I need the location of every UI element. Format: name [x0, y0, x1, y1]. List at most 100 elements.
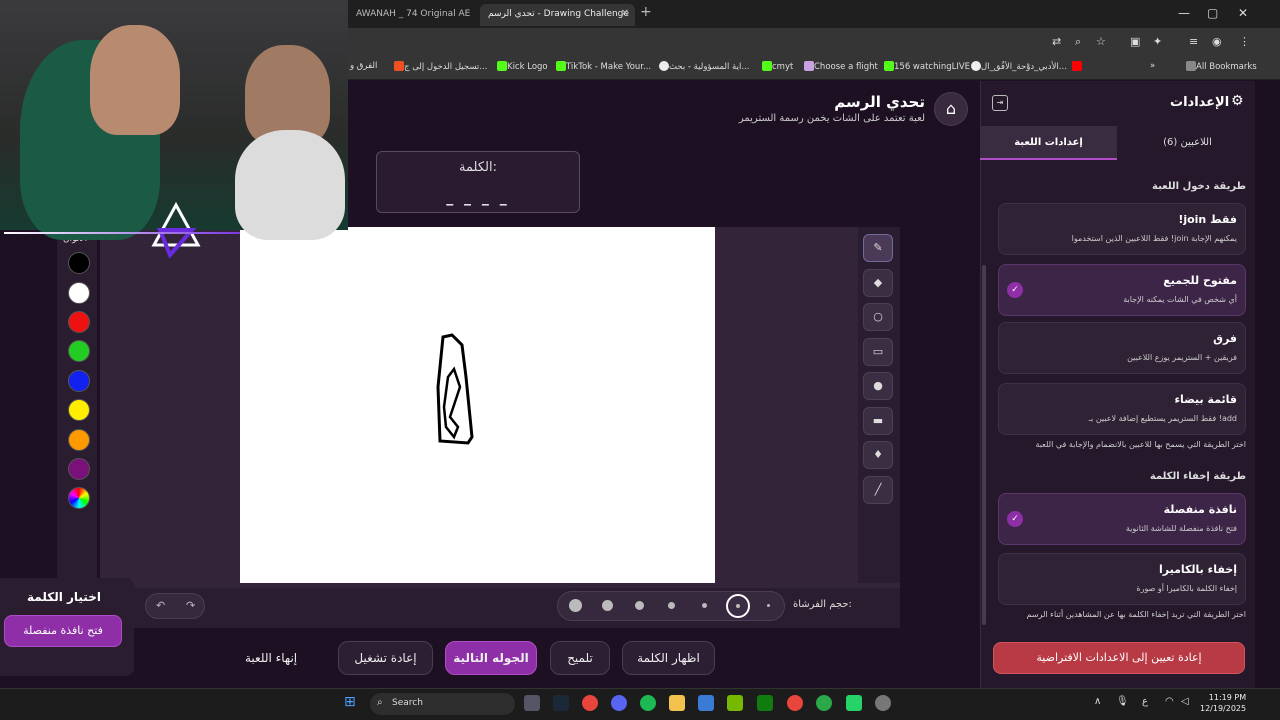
- circle-fill-tool[interactable]: ●: [863, 372, 893, 400]
- home-button[interactable]: ⌂: [934, 92, 968, 126]
- close-window-icon[interactable]: ✕: [1238, 6, 1248, 20]
- steam-icon[interactable]: [553, 695, 569, 711]
- show-word-button[interactable]: اظهار الكلمة: [622, 641, 715, 675]
- tray-chevron-icon[interactable]: ∧: [1094, 696, 1101, 707]
- drawing-canvas[interactable]: [240, 227, 715, 583]
- minimize-icon[interactable]: —: [1178, 6, 1190, 20]
- join-option-join-only[interactable]: !join فقط فقط اللاعبين الذين استخدموا !j…: [998, 203, 1246, 255]
- translate-icon[interactable]: ⇄: [1052, 35, 1061, 48]
- brush-size-option[interactable]: [569, 599, 582, 612]
- microphone-icon[interactable]: 🎙: [1116, 696, 1129, 707]
- next-round-button[interactable]: الجوله التالية: [445, 641, 537, 675]
- brush-size-option[interactable]: [635, 601, 644, 610]
- discord-icon[interactable]: [611, 695, 627, 711]
- rectangle-fill-tool[interactable]: ▬: [863, 407, 893, 435]
- undo-icon[interactable]: ↶: [156, 599, 165, 612]
- folder-icon: [1186, 61, 1196, 71]
- pencil-tool[interactable]: ✎: [863, 234, 893, 262]
- end-game-button[interactable]: إنهاء اللعبة: [245, 651, 297, 665]
- color-swatch[interactable]: [68, 282, 90, 304]
- kick-icon: [884, 61, 894, 71]
- upwork-icon[interactable]: [816, 695, 832, 711]
- extensions-icon[interactable]: ✦: [1153, 35, 1162, 48]
- tab-players[interactable]: اللاعبين (6): [1119, 126, 1256, 160]
- xbox-icon[interactable]: [757, 695, 773, 711]
- color-swatch[interactable]: [68, 429, 90, 451]
- profile-icon[interactable]: ◉: [1212, 35, 1222, 48]
- volume-icon[interactable]: ◁: [1181, 696, 1189, 707]
- language-indicator[interactable]: ع: [1142, 696, 1148, 707]
- reading-list-icon[interactable]: ≡: [1189, 35, 1198, 48]
- bookmark-item[interactable]: TikTok - Make Your...: [552, 61, 651, 72]
- file-explorer-icon[interactable]: [669, 695, 685, 711]
- taskbar-search[interactable]: ⌕ Search: [370, 693, 515, 715]
- color-picker-icon[interactable]: [68, 487, 90, 509]
- open-separate-window-button[interactable]: فتح نافذة منفصلة: [4, 615, 122, 647]
- line-tool[interactable]: ╱: [863, 476, 893, 504]
- word-label: الكلمة:: [459, 160, 497, 175]
- collapse-sidebar-icon[interactable]: ⇥: [992, 95, 1008, 111]
- brush-size-option[interactable]: [702, 603, 707, 608]
- chrome-active-icon[interactable]: [787, 695, 803, 711]
- camera-app-icon[interactable]: [524, 695, 540, 711]
- redo-icon[interactable]: ↷: [186, 599, 195, 612]
- tab-game-settings[interactable]: إعدادات اللعبة: [980, 126, 1117, 160]
- whatsapp-icon[interactable]: [846, 695, 862, 711]
- join-option-whitelist[interactable]: قائمة بيضاء فقط الستريمر يستطيع إضافة لا…: [998, 383, 1246, 435]
- sidebar-scrollbar[interactable]: [982, 265, 986, 625]
- rectangle-outline-tool[interactable]: ▭: [863, 338, 893, 366]
- star-icon[interactable]: ☆: [1096, 35, 1106, 48]
- circle-outline-tool[interactable]: ○: [863, 303, 893, 331]
- hint-button[interactable]: تلميح: [550, 641, 610, 675]
- bookmark-item[interactable]: الأدبي_دوْحة_الأفُق_ال...: [967, 61, 1067, 72]
- bookmark-item[interactable]: الفرق و: [350, 61, 377, 71]
- menu-icon[interactable]: ⋮: [1239, 35, 1250, 48]
- color-swatch[interactable]: [68, 340, 90, 362]
- brush-size-option[interactable]: [668, 602, 675, 609]
- bookmark-item[interactable]: 156 watchingLIVE: [880, 61, 970, 72]
- home-icon: ⌂: [945, 99, 957, 118]
- globe-icon: [971, 61, 981, 71]
- brush-size-option[interactable]: [602, 600, 613, 611]
- restart-button[interactable]: إعادة تشغيل: [338, 641, 433, 675]
- kick-icon: [497, 61, 507, 71]
- bookmark-item[interactable]: تسجيل الدخول إلى ج...: [390, 61, 487, 72]
- color-swatch[interactable]: [68, 399, 90, 421]
- new-tab-icon[interactable]: +: [640, 4, 652, 20]
- bookmark-item[interactable]: اية المسؤولية - بحث...: [655, 61, 749, 72]
- nvidia-icon[interactable]: [727, 695, 743, 711]
- youtube-icon[interactable]: [1068, 61, 1082, 72]
- chrome-icon[interactable]: [582, 695, 598, 711]
- color-swatch[interactable]: [68, 458, 90, 480]
- brush-size-option[interactable]: [767, 604, 770, 607]
- color-swatch[interactable]: [68, 252, 90, 274]
- media-icon[interactable]: ▣: [1130, 35, 1140, 48]
- bookmark-item[interactable]: Kick Logo: [493, 61, 548, 72]
- join-option-teams[interactable]: فرق فريقين + الستريمر يوزع اللاعبين: [998, 322, 1246, 374]
- reset-defaults-button[interactable]: إعادة تعيين إلى الاعدادات الافتراضية: [993, 642, 1245, 674]
- hide-option-separate-window[interactable]: ✓ نافذة منفصلة فتح نافذة منفصلة للشاشة ا…: [998, 493, 1246, 545]
- color-swatch[interactable]: [68, 370, 90, 392]
- maximize-icon[interactable]: ▢: [1207, 6, 1218, 20]
- more-bookmarks-icon[interactable]: »: [1150, 61, 1155, 71]
- settings-app-icon[interactable]: [875, 695, 891, 711]
- windows-start-icon[interactable]: ⊞: [344, 694, 356, 710]
- store-icon[interactable]: [698, 695, 714, 711]
- close-tab-icon[interactable]: ✕: [621, 8, 629, 19]
- wifi-icon[interactable]: ◠: [1165, 696, 1174, 707]
- bookmark-item[interactable]: Choose a flight: [800, 61, 878, 72]
- brush-size-selected[interactable]: [726, 594, 750, 618]
- color-swatch[interactable]: [68, 311, 90, 333]
- bookmark-item[interactable]: cmyt: [758, 61, 793, 72]
- spotify-icon[interactable]: [640, 695, 656, 711]
- eraser-tool[interactable]: ◆: [863, 269, 893, 297]
- browser-tab[interactable]: AWANAH _ 74 Original AE اوناه: [348, 4, 473, 26]
- all-bookmarks[interactable]: All Bookmarks: [1182, 61, 1257, 72]
- logo-icon: [151, 201, 201, 259]
- hide-option-camera[interactable]: إخفاء بالكاميرا إخفاء الكلمة بالكاميرا أ…: [998, 553, 1246, 605]
- taskbar-clock[interactable]: 11:19 PM 12/19/2025: [1200, 692, 1246, 714]
- zoom-icon[interactable]: ⌕: [1075, 35, 1081, 49]
- join-option-open[interactable]: ✓ مفتوح للجميع أي شخص في الشات يمكنه الإ…: [998, 264, 1246, 316]
- browser-tab-active[interactable]: تحدي الرسم - Drawing Challenge ✕: [480, 4, 635, 26]
- fill-bucket-tool[interactable]: ♦: [863, 441, 893, 469]
